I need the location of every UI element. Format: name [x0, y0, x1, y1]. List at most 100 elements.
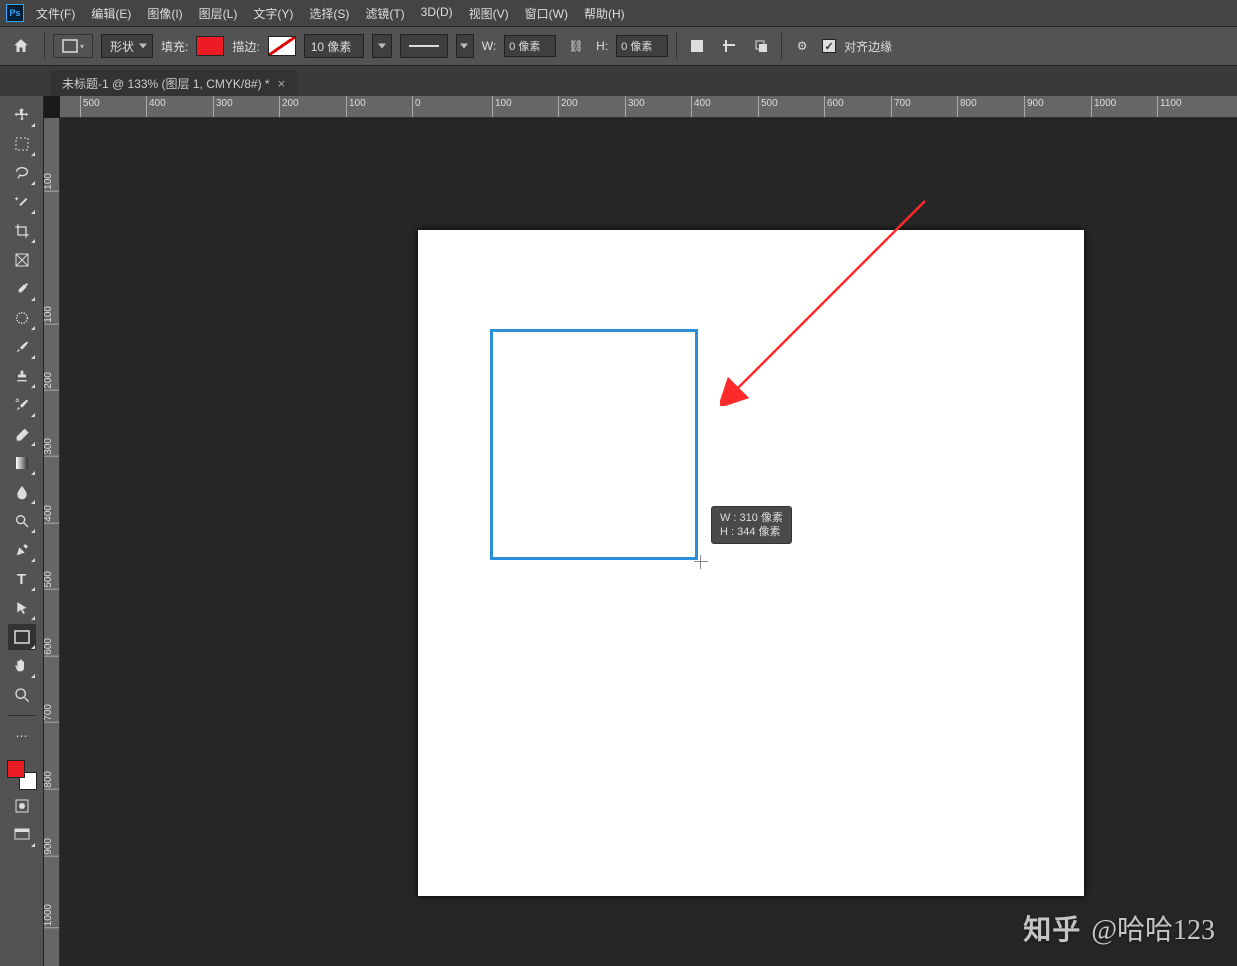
path-arrange-icon[interactable] [749, 34, 773, 58]
path-selection-tool[interactable] [8, 595, 36, 621]
document-tab[interactable]: 未标题-1 @ 133% (图层 1, CMYK/8#) * × [50, 70, 297, 96]
menu-item[interactable]: 图层(L) [191, 1, 246, 26]
shape-mode-select[interactable]: 形状 [101, 34, 153, 58]
ruler-tick: 900 [44, 838, 59, 857]
ruler-tick: 400 [146, 96, 166, 117]
ruler-tick: 200 [44, 372, 59, 391]
menu-item[interactable]: 图像(I) [139, 1, 190, 26]
align-edges-label: 对齐边缘 [844, 38, 892, 55]
drawn-rectangle[interactable] [490, 329, 698, 560]
height-label: H: [596, 39, 608, 53]
watermark-user: @哈哈123 [1091, 908, 1215, 948]
divider [676, 33, 677, 59]
stamp-tool[interactable] [8, 363, 36, 389]
screen-mode-icon[interactable] [8, 822, 36, 848]
lasso-tool[interactable] [8, 160, 36, 186]
path-operations-icon[interactable] [685, 34, 709, 58]
gear-icon[interactable]: ⚙ [790, 34, 814, 58]
menu-bar: Ps 文件(F)编辑(E)图像(I)图层(L)文字(Y)选择(S)滤镜(T)3D… [0, 0, 1237, 26]
color-swatches[interactable] [7, 760, 37, 790]
options-bar: ▾ 形状 填充: 描边: W: ⛓ H: ⚙ ✓ 对齐边缘 [0, 26, 1237, 66]
dimension-tooltip: W : 310 像素 H : 344 像素 [711, 506, 792, 544]
menu-item[interactable]: 滤镜(T) [357, 1, 412, 26]
fill-label: 填充: [161, 38, 188, 55]
height-field[interactable] [616, 35, 668, 57]
app-logo: Ps [6, 4, 24, 22]
rectangle-tool[interactable] [8, 624, 36, 650]
ruler-tick: 1100 [1157, 96, 1182, 117]
eyedropper-tool[interactable] [8, 276, 36, 302]
history-brush-tool[interactable] [8, 392, 36, 418]
marquee-tool[interactable] [8, 131, 36, 157]
canvas-stage[interactable]: W : 310 像素 H : 344 像素 [60, 118, 1237, 966]
width-label: W: [482, 39, 496, 53]
ruler-tick: 500 [44, 571, 59, 590]
document-canvas[interactable] [418, 230, 1084, 896]
magic-wand-tool[interactable] [8, 189, 36, 215]
menu-item[interactable]: 文字(Y) [245, 1, 301, 26]
menu-item[interactable]: 窗口(W) [517, 1, 576, 26]
vertical-ruler[interactable]: 1001002003004005006007008009001000 [44, 118, 60, 966]
ruler-tick: 600 [44, 638, 59, 657]
horizontal-ruler[interactable]: 5004003002001000100200300400500600700800… [60, 96, 1237, 118]
ruler-tick: 200 [558, 96, 578, 117]
path-align-icon[interactable] [717, 34, 741, 58]
stroke-label: 描边: [232, 38, 259, 55]
ruler-tick: 1000 [1091, 96, 1116, 117]
crop-tool[interactable] [8, 218, 36, 244]
hand-tool[interactable] [8, 653, 36, 679]
dodge-tool[interactable] [8, 508, 36, 534]
eraser-tool[interactable] [8, 421, 36, 447]
divider [44, 33, 45, 59]
menu-item[interactable]: 3D(D) [413, 1, 461, 26]
foreground-color[interactable] [7, 760, 25, 778]
close-icon[interactable]: × [278, 76, 286, 91]
link-wh-icon[interactable]: ⛓ [564, 34, 588, 58]
menu-item[interactable]: 选择(S) [301, 1, 357, 26]
menu-item[interactable]: 编辑(E) [83, 1, 139, 26]
gradient-tool[interactable] [8, 450, 36, 476]
healing-tool[interactable] [8, 305, 36, 331]
fill-swatch[interactable] [196, 36, 224, 56]
blur-tool[interactable] [8, 479, 36, 505]
align-edges-checkbox[interactable]: ✓ [822, 39, 836, 53]
ruler-tick: 700 [891, 96, 911, 117]
ruler-tick: 100 [44, 173, 59, 192]
divider [8, 715, 36, 716]
menu-item[interactable]: 视图(V) [461, 1, 517, 26]
stroke-width-field[interactable] [304, 34, 364, 58]
edit-toolbar-icon[interactable]: ⋯ [8, 723, 36, 749]
zoom-tool[interactable] [8, 682, 36, 708]
ruler-tick: 400 [691, 96, 711, 117]
ruler-tick: 600 [824, 96, 844, 117]
pen-tool[interactable] [8, 537, 36, 563]
divider [781, 33, 782, 59]
stroke-style-select[interactable] [400, 34, 448, 58]
stroke-swatch[interactable] [268, 36, 296, 56]
menu-item[interactable]: 帮助(H) [576, 1, 633, 26]
ruler-tick: 300 [213, 96, 233, 117]
ruler-tick: 100 [346, 96, 366, 117]
move-tool[interactable] [8, 102, 36, 128]
width-field[interactable] [504, 35, 556, 57]
ruler-tick: 900 [1024, 96, 1044, 117]
ruler-tick: 200 [279, 96, 299, 117]
menu-item[interactable]: 文件(F) [28, 1, 83, 26]
type-tool[interactable]: T [8, 566, 36, 592]
home-button[interactable] [6, 32, 36, 60]
frame-tool[interactable] [8, 247, 36, 273]
brush-tool[interactable] [8, 334, 36, 360]
ruler-tick: 100 [492, 96, 512, 117]
tooltip-height: H : 344 像素 [720, 525, 783, 539]
ruler-tick: 500 [758, 96, 778, 117]
tooltip-width: W : 310 像素 [720, 511, 783, 525]
stroke-style-dropdown[interactable] [456, 34, 474, 58]
tool-preset-picker[interactable]: ▾ [53, 34, 93, 58]
ruler-tick: 800 [44, 771, 59, 790]
tools-panel: T ⋯ [0, 96, 44, 966]
stroke-width-dropdown[interactable] [372, 34, 392, 58]
quickmask-icon[interactable] [8, 793, 36, 819]
ruler-tick: 800 [957, 96, 977, 117]
ruler-tick: 0 [412, 96, 421, 117]
document-tab-title: 未标题-1 @ 133% (图层 1, CMYK/8#) * [62, 75, 270, 92]
